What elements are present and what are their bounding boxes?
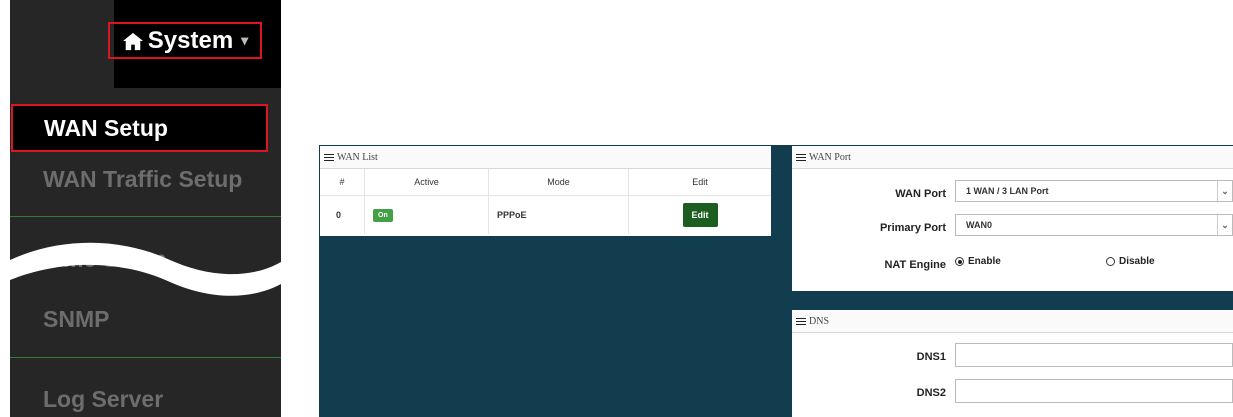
dns-panel: DNS DNS1 DNS2 bbox=[792, 310, 1233, 417]
row-index: 0 bbox=[320, 195, 365, 234]
dns2-label: DNS2 bbox=[916, 387, 946, 399]
sidebar-item-label: Log Server bbox=[43, 385, 164, 412]
system-menu-label: System bbox=[147, 26, 234, 54]
sidebar-item-log-server[interactable]: Log Server bbox=[10, 378, 281, 417]
primary-port-value: WAN0 bbox=[966, 220, 993, 230]
home-icon bbox=[122, 32, 143, 50]
panel-title: DNS bbox=[809, 315, 830, 327]
chevron-down-icon: ⌄ bbox=[1217, 181, 1232, 201]
status-badge: On bbox=[373, 208, 393, 222]
chevron-down-icon: ⌄ bbox=[1217, 215, 1232, 235]
sidebar-item-wan-setup[interactable]: WAN Setup bbox=[11, 104, 268, 152]
column-header: Mode bbox=[488, 169, 629, 196]
dns1-input[interactable] bbox=[955, 343, 1233, 367]
sidebar-item-label: SNMP bbox=[43, 305, 110, 332]
panel-title: WAN List bbox=[337, 151, 378, 163]
table-row: 0 On PPPoE Edit bbox=[320, 195, 771, 234]
nav-header-left bbox=[10, 0, 114, 88]
divider bbox=[10, 216, 281, 217]
wan-port-value: 1 WAN / 3 LAN Port bbox=[966, 186, 1049, 196]
wan-port-label: WAN Port bbox=[895, 188, 946, 200]
nat-enable-radio[interactable]: Enable bbox=[955, 256, 1001, 267]
divider bbox=[10, 357, 281, 358]
nat-engine-label: NAT Engine bbox=[884, 259, 946, 271]
column-header: # bbox=[320, 169, 365, 196]
dns2-input[interactable] bbox=[955, 379, 1233, 403]
radio-unchecked-icon bbox=[1106, 257, 1115, 266]
sidebar-item-label: WAN Traffic Setup bbox=[43, 165, 243, 192]
wan-port-header: WAN Port bbox=[792, 146, 1233, 169]
primary-port-label: Primary Port bbox=[879, 222, 946, 234]
column-header: Active bbox=[364, 169, 489, 196]
sidebar-item-label: WAN Setup bbox=[44, 114, 168, 141]
wan-list-table: # Active Mode Edit 0 On PPPoE Edit bbox=[320, 169, 771, 234]
radio-label: Enable bbox=[968, 256, 1001, 267]
column-header: Edit bbox=[628, 169, 771, 196]
section-break-wave bbox=[10, 242, 281, 296]
list-icon bbox=[796, 317, 806, 326]
row-mode: PPPoE bbox=[488, 195, 629, 234]
list-icon bbox=[324, 153, 334, 162]
primary-port-select[interactable]: WAN0 ⌄ bbox=[955, 214, 1233, 236]
wan-list-panel: WAN List # Active Mode Edit 0 On PPPoE E… bbox=[320, 146, 771, 236]
list-icon bbox=[796, 153, 806, 162]
nat-disable-radio[interactable]: Disable bbox=[1106, 256, 1155, 267]
sidebar-item-snmp[interactable]: SNMP bbox=[10, 298, 281, 340]
radio-label: Disable bbox=[1119, 256, 1155, 267]
panel-title: WAN Port bbox=[809, 151, 851, 163]
main-content: WAN List # Active Mode Edit 0 On PPPoE E… bbox=[319, 145, 1233, 417]
dns1-label: DNS1 bbox=[916, 351, 946, 363]
wan-list-header: WAN List bbox=[320, 146, 771, 169]
sidebar-nav: System ▾ WAN Setup WAN Traffic Setup Tim… bbox=[10, 0, 281, 417]
dns-header: DNS bbox=[792, 310, 1233, 333]
edit-button[interactable]: Edit bbox=[682, 203, 718, 227]
sidebar-item-wan-traffic-setup[interactable]: WAN Traffic Setup bbox=[10, 158, 281, 200]
system-menu-button[interactable]: System ▾ bbox=[108, 22, 262, 59]
radio-checked-icon bbox=[955, 257, 964, 266]
chevron-down-icon: ▾ bbox=[241, 32, 249, 48]
wan-port-select[interactable]: 1 WAN / 3 LAN Port ⌄ bbox=[955, 180, 1233, 202]
wan-port-panel: WAN Port WAN Port 1 WAN / 3 LAN Port ⌄ P… bbox=[792, 146, 1233, 291]
